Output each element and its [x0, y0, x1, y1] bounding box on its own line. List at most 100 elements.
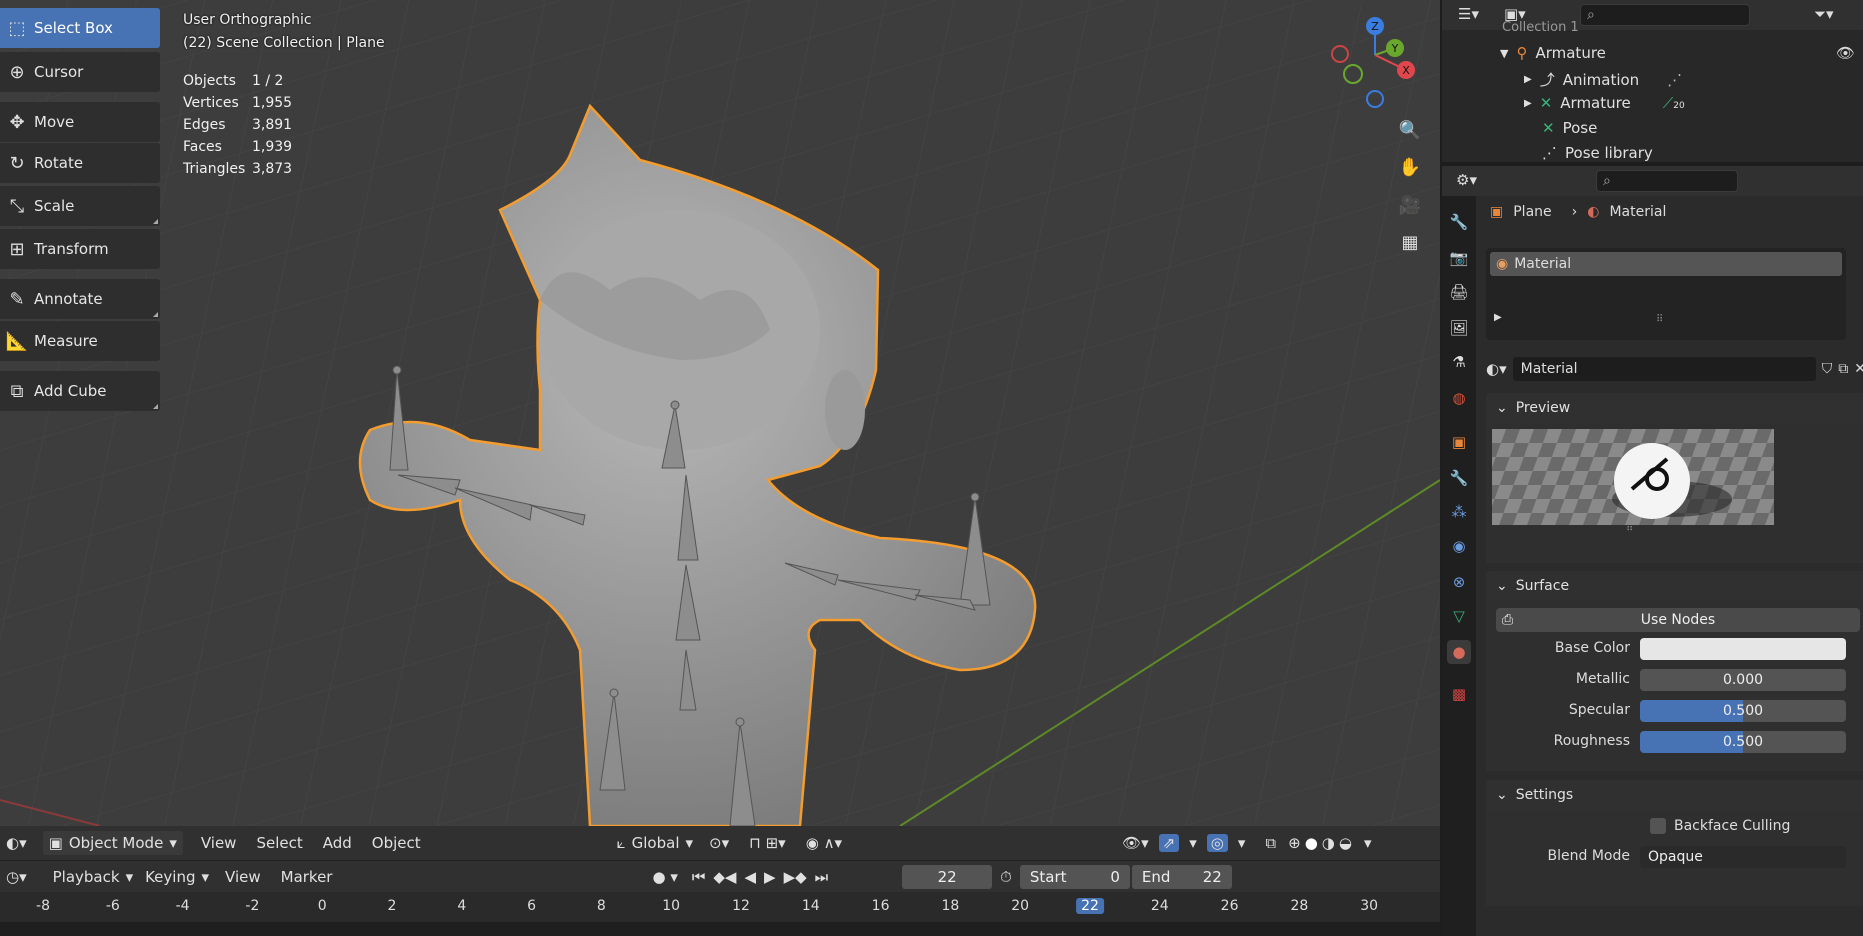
tool-cursor[interactable]: ⊕ Cursor	[0, 52, 160, 92]
blend-mode-dropdown[interactable]: Opaque	[1640, 846, 1846, 868]
camera-icon[interactable]: 🎥	[1393, 188, 1427, 222]
checkbox-box[interactable]	[1650, 818, 1666, 834]
view-layer-tab-icon[interactable]: 🖼	[1447, 316, 1471, 340]
use-nodes-button[interactable]: ⎙ Use Nodes	[1496, 608, 1860, 632]
navigation-gizmo[interactable]: Z Y X	[1320, 10, 1430, 110]
playback-dropdown[interactable]: Playback ▾	[47, 865, 139, 889]
metallic-field[interactable]: 0.000	[1640, 669, 1846, 691]
clock-icon[interactable]: ⏱	[992, 868, 1020, 886]
keying-dropdown[interactable]: Keying ▾	[139, 865, 215, 889]
scene-tab-icon[interactable]: ⚗	[1447, 350, 1471, 374]
settings-panel-header[interactable]: ⌄ Settings	[1486, 780, 1863, 810]
outliner-clipped-row[interactable]: Collection 1	[1502, 20, 1579, 35]
outliner-item-animation[interactable]: ▶ ⤴ Animation ⋰	[1524, 69, 1682, 90]
solid-shading-icon[interactable]: ●	[1303, 834, 1320, 852]
surface-panel-header[interactable]: ⌄ Surface	[1486, 571, 1863, 601]
editor-type-icon[interactable]: ◐▾	[0, 834, 33, 852]
outliner-search-input[interactable]: ⌕	[1580, 4, 1750, 26]
fake-user-icon[interactable]: ⛉	[1822, 361, 1833, 377]
tool-measure[interactable]: 📐 Measure	[0, 321, 160, 361]
timeline-menu-marker[interactable]: Marker	[271, 868, 343, 886]
modifier-tab-icon[interactable]: 🔧	[1447, 466, 1471, 490]
zoom-icon[interactable]: 🔍	[1393, 113, 1427, 147]
tool-scale[interactable]: ⤡ Scale	[0, 186, 160, 226]
record-icon[interactable]: ● ▾	[642, 868, 687, 886]
base-color-swatch[interactable]	[1640, 638, 1846, 660]
preview-panel-header[interactable]: ⌄ Preview	[1486, 393, 1863, 423]
properties-search-input[interactable]: ⌕	[1596, 170, 1738, 192]
menu-add[interactable]: Add	[313, 834, 362, 852]
tool-select-box[interactable]: ⬚ Select Box	[0, 8, 160, 48]
roughness-field[interactable]: 0.500	[1640, 731, 1846, 753]
material-tab-icon[interactable]: ●	[1447, 640, 1471, 664]
object-tab-icon[interactable]: ▣	[1447, 430, 1471, 454]
material-slot-item[interactable]: ◉ Material	[1490, 252, 1842, 276]
neg-z-handle[interactable]	[1366, 90, 1384, 108]
constraints-tab-icon[interactable]: ⊗	[1447, 570, 1471, 594]
play-reverse-icon[interactable]: ◀	[740, 868, 760, 886]
overlay-options-icon[interactable]: ▾	[1228, 834, 1256, 852]
outliner-editor-icon[interactable]: ☰▾	[1458, 5, 1479, 23]
output-tab-icon[interactable]: 🖨	[1447, 280, 1471, 304]
physics-tab-icon[interactable]: ◉	[1447, 534, 1471, 558]
material-shading-icon[interactable]: ◑	[1320, 834, 1337, 852]
specular-field[interactable]: 0.500	[1640, 700, 1846, 722]
outliner-item-pose-library[interactable]: ⋰ Pose library	[1542, 144, 1653, 162]
play-icon[interactable]: ▶	[760, 868, 780, 886]
tool-annotate[interactable]: ✎ Annotate	[0, 279, 160, 319]
shading-options-icon[interactable]: ▾	[1354, 834, 1382, 852]
tool-move[interactable]: ✥ Move	[0, 102, 160, 142]
tool-tab-icon[interactable]: 🔧	[1447, 210, 1471, 234]
snap-icon[interactable]: ⊓ ⊞▾	[739, 834, 796, 852]
tool-rotate[interactable]: ↻ Rotate	[0, 143, 160, 183]
prev-keyframe-icon[interactable]: ◆◀	[709, 868, 740, 886]
unlink-material-icon[interactable]: ✕	[1854, 361, 1863, 377]
outliner-item-armature[interactable]: ▼ ⚲ Armature	[1500, 44, 1606, 62]
world-tab-icon[interactable]: ◍	[1447, 386, 1471, 410]
3d-viewport[interactable]: ⬚ Select Box ⊕ Cursor ✥ Move ↻ Rotate ⤡ …	[0, 0, 1440, 826]
outliner-item-armature-data[interactable]: ▶ ✕ Armature ⟋ 20	[1524, 94, 1685, 112]
pan-hand-icon[interactable]: ✋	[1393, 150, 1427, 184]
start-frame-field[interactable]: Start 0	[1019, 864, 1130, 889]
timeline-editor-icon[interactable]: ◷▾	[0, 868, 33, 886]
expand-right-icon[interactable]: ▶	[1494, 312, 1502, 323]
neg-x-handle[interactable]	[1331, 45, 1349, 63]
tool-transform[interactable]: ⊞ Transform	[0, 229, 160, 269]
data-tab-icon[interactable]: ▽	[1447, 604, 1471, 628]
texture-tab-icon[interactable]: ▩	[1447, 682, 1471, 706]
resize-handle-icon[interactable]: ⠿	[1656, 314, 1663, 325]
proportional-edit-icon[interactable]: ◉ ∧▾	[796, 834, 852, 852]
neg-y-handle[interactable]	[1343, 64, 1363, 84]
orientation-dropdown[interactable]: ⟀ Global ▾	[611, 831, 699, 855]
visibility-icon[interactable]: 👁▾	[1112, 834, 1159, 852]
timeline-ruler[interactable]: -8 -6 -4 -2 0 2 4 6 8 10 12 14 16 18 20 22 24 26 28 30	[0, 892, 1440, 922]
filter-icon[interactable]: ⏷▾	[1814, 5, 1834, 23]
menu-object[interactable]: Object	[362, 834, 431, 852]
pivot-icon[interactable]: ⊙▾	[699, 834, 739, 852]
overlay-toggle-icon[interactable]: ◎	[1206, 834, 1228, 852]
backface-culling-checkbox[interactable]: Backface Culling	[1650, 818, 1790, 834]
resize-handle-icon[interactable]: ⠿	[1626, 523, 1633, 534]
xray-icon[interactable]: ⧉	[1255, 834, 1286, 852]
render-tab-icon[interactable]: 📷	[1447, 246, 1471, 270]
material-name-field[interactable]: Material	[1512, 357, 1816, 381]
eye-icon[interactable]: 👁	[1836, 44, 1855, 62]
jump-start-icon[interactable]: ⏮	[688, 868, 710, 886]
mode-dropdown[interactable]: ▣ Object Mode ▾	[42, 831, 183, 855]
timeline-menu-view[interactable]: View	[215, 868, 271, 886]
tool-add-cube[interactable]: ⧉ Add Cube	[0, 371, 160, 411]
duplicate-material-icon[interactable]: ⧉	[1838, 361, 1848, 377]
menu-view[interactable]: View	[191, 834, 247, 852]
end-frame-field[interactable]: End 22	[1131, 864, 1232, 889]
menu-select[interactable]: Select	[246, 834, 312, 852]
particles-tab-icon[interactable]: ⁂	[1447, 500, 1471, 524]
gizmo-toggle-icon[interactable]: ⇗	[1158, 834, 1180, 852]
properties-editor-icon[interactable]: ⚙▾	[1456, 171, 1477, 189]
jump-end-icon[interactable]: ⏭	[811, 868, 833, 886]
material-slot-list[interactable]: ◉ Material ▶ ⠿	[1486, 248, 1846, 340]
timeline-scrollbar[interactable]	[0, 922, 1440, 936]
rendered-shading-icon[interactable]: ◒	[1337, 834, 1354, 852]
current-frame-field[interactable]: 22	[902, 864, 993, 889]
outliner-item-pose[interactable]: ✕ Pose	[1542, 119, 1597, 137]
material-selector[interactable]: ◐▾ Material ⛉ ⧉ ✕	[1486, 356, 1863, 382]
